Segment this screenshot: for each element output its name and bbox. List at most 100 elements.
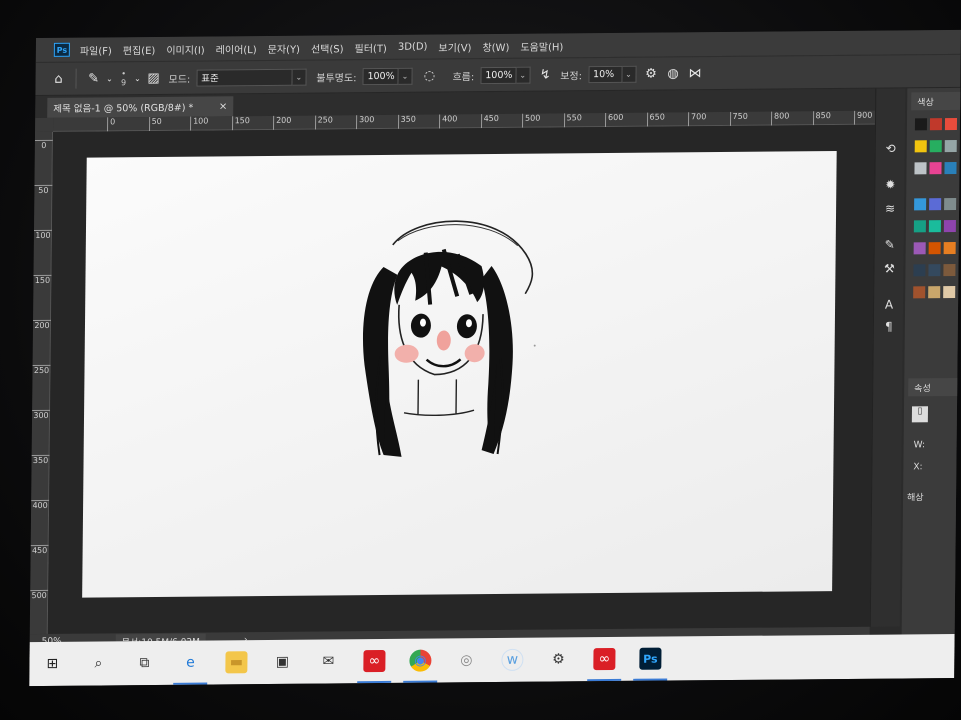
color-swatch[interactable]	[928, 264, 941, 277]
smoothing-dropdown-icon[interactable]: ⌄	[621, 65, 637, 83]
taskbar-item[interactable]: ⌕	[75, 641, 121, 685]
brush-settings-icon[interactable]: ✎	[881, 236, 899, 252]
color-swatch[interactable]	[913, 264, 926, 277]
color-swatch[interactable]	[928, 242, 941, 255]
creative-cloud-icon: ∞	[363, 649, 386, 673]
color-swatch[interactable]	[928, 220, 941, 233]
taskbar-item[interactable]: ◉	[397, 638, 443, 682]
opacity-dropdown-icon[interactable]: ⌄	[398, 67, 413, 85]
swatches-panel	[907, 88, 961, 299]
ruler-v-tick: 200	[32, 319, 52, 331]
color-swatch[interactable]	[914, 198, 927, 211]
color-swatch[interactable]	[929, 140, 942, 153]
taskbar-item[interactable]: ✉	[305, 639, 351, 683]
drawing-girl-face	[363, 220, 536, 457]
color-swatch[interactable]	[944, 161, 957, 175]
taskbar-item[interactable]: ⚙	[535, 637, 581, 681]
color-swatch[interactable]	[914, 118, 928, 131]
home-icon[interactable]: ⌂	[47, 68, 69, 90]
adjustments-icon[interactable]: ✹	[881, 176, 899, 192]
color-swatch[interactable]	[914, 140, 927, 153]
menu-image[interactable]: 이미지(I)	[166, 41, 205, 56]
gear-icon[interactable]: ⚙	[640, 63, 662, 85]
properties-panel-tab[interactable]: 속성	[908, 377, 961, 397]
brush-dot-icon: •	[121, 69, 127, 79]
ruler-h-tick: 400	[438, 114, 458, 129]
taskbar-item[interactable]: ⧉	[121, 641, 167, 685]
chrome-icon: ◉	[409, 649, 432, 672]
color-swatch[interactable]	[944, 117, 958, 131]
mode-select[interactable]: 표준	[196, 68, 293, 87]
opacity-input[interactable]: 100%	[362, 67, 399, 85]
color-swatch[interactable]	[929, 198, 942, 211]
pressure-size-icon[interactable]: ◍	[662, 62, 684, 84]
menu-filter[interactable]: 필터(T)	[354, 39, 386, 54]
close-icon[interactable]: ×	[219, 101, 228, 112]
menu-3d[interactable]: 3D(D)	[398, 41, 428, 52]
color-swatch[interactable]	[928, 286, 941, 299]
chevron-down-icon[interactable]: ⌄	[104, 67, 114, 89]
menu-select[interactable]: 선택(S)	[311, 40, 344, 55]
menu-type[interactable]: 문자(Y)	[268, 40, 300, 55]
color-swatch[interactable]	[929, 118, 943, 131]
taskbar-item[interactable]: ▣	[259, 640, 305, 684]
smoothing-label: 보정:	[560, 70, 583, 82]
taskbar-item[interactable]: w	[489, 638, 535, 682]
taskbar-item[interactable]: ▬	[213, 640, 259, 684]
mode-dropdown-icon[interactable]: ⌄	[292, 68, 307, 86]
taskbar-item[interactable]: e	[167, 640, 213, 684]
color-swatch[interactable]	[943, 285, 956, 299]
flow-input[interactable]: 100%	[480, 66, 517, 84]
menu-edit[interactable]: 편집(E)	[123, 41, 156, 56]
brush-tool-icon[interactable]: ✎	[82, 67, 104, 89]
taskbar-item[interactable]: Ps	[627, 636, 673, 680]
pressure-opacity-icon[interactable]: ◌	[418, 64, 440, 86]
taskbar-item[interactable]: ◎	[443, 638, 489, 682]
color-swatch[interactable]	[943, 263, 956, 277]
windows-start-icon: ⊞	[46, 655, 59, 672]
menu-help[interactable]: 도움말(H)	[520, 38, 563, 53]
ruler-h-tick: 850	[812, 111, 831, 126]
menu-file[interactable]: 파일(F)	[80, 42, 112, 57]
brush-preset-picker[interactable]: • 9	[114, 69, 132, 87]
settings-icon: ⚙	[552, 651, 565, 668]
color-swatch[interactable]	[943, 241, 956, 255]
chevron-down-icon[interactable]: ⌄	[132, 67, 142, 89]
brush-settings-panel-icon[interactable]: ▨	[142, 67, 164, 89]
ruler-h-tick: 450	[480, 113, 499, 129]
color-swatch[interactable]	[913, 286, 926, 299]
color-swatch[interactable]	[914, 162, 927, 175]
taskbar-item[interactable]: ∞	[351, 639, 397, 683]
ruler-v-tick: 100	[33, 229, 52, 241]
flow-dropdown-icon[interactable]: ⌄	[516, 66, 531, 84]
ruler-corner	[35, 117, 54, 133]
brushes-icon[interactable]: ≋	[881, 200, 899, 216]
character-icon[interactable]: A	[880, 296, 898, 312]
symmetry-icon[interactable]: ⋈	[684, 62, 706, 84]
taskbar-item[interactable]: ∞	[581, 637, 627, 681]
ruler-v-tick: 150	[33, 274, 52, 286]
color-swatch[interactable]	[913, 242, 926, 255]
airbrush-icon[interactable]: ↯	[534, 63, 556, 85]
tool-presets-icon[interactable]: ⚒	[880, 260, 898, 276]
color-panel-tab[interactable]: 색상	[911, 91, 961, 111]
screen: Ps 파일(F) 편집(E) 이미지(I) 레이어(L) 문자(Y) 선택(S)…	[29, 29, 961, 687]
taskbar-item[interactable]: ⊞	[29, 642, 75, 686]
smoothing-input[interactable]: 10%	[587, 65, 623, 83]
document-tab[interactable]: 제목 없음-1 @ 50% (RGB/8#) * ×	[47, 96, 234, 118]
canvas[interactable]	[82, 151, 837, 598]
paragraph-icon[interactable]: ¶	[880, 318, 898, 334]
x-label: X:	[913, 462, 923, 473]
workspace	[47, 124, 875, 634]
menu-window[interactable]: 창(W)	[482, 38, 509, 53]
menu-view[interactable]: 보기(V)	[438, 39, 471, 54]
color-swatch[interactable]	[943, 219, 956, 233]
color-swatch[interactable]	[929, 162, 942, 175]
history-icon[interactable]: ⟲	[882, 140, 900, 156]
color-swatch[interactable]	[944, 197, 957, 211]
menu-layer[interactable]: 레이어(L)	[216, 41, 257, 56]
brush-size-value: 9	[120, 78, 127, 88]
color-swatch[interactable]	[913, 220, 926, 233]
opacity-label: 불투명도:	[316, 72, 357, 85]
color-swatch[interactable]	[944, 139, 957, 153]
